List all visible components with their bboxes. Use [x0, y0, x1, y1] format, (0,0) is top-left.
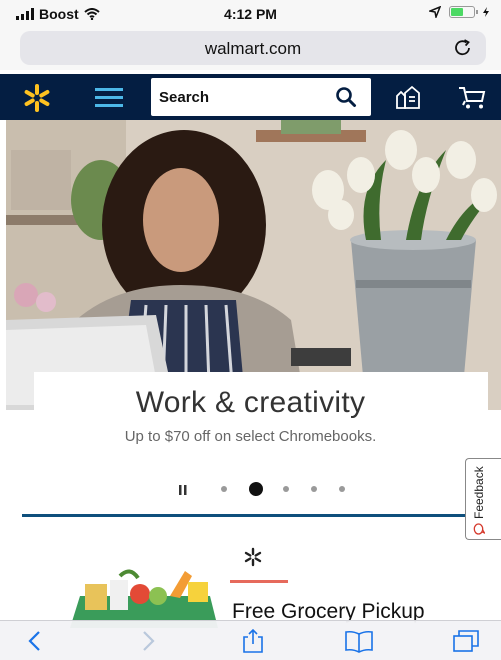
charging-bolt-icon — [483, 7, 489, 17]
feedback-label: Feedback — [472, 466, 486, 519]
tabs-icon[interactable] — [452, 629, 480, 653]
hamburger-menu-icon[interactable] — [95, 85, 123, 109]
address-bar[interactable]: walmart.com — [20, 31, 486, 65]
carousel-dot[interactable] — [311, 486, 317, 492]
chat-bubble-icon — [473, 523, 485, 535]
hero-title[interactable]: Work & creativity — [0, 386, 501, 420]
reload-icon[interactable] — [452, 37, 474, 59]
accent-divider — [230, 580, 288, 583]
location-arrow-icon — [429, 6, 441, 18]
feedback-content: Feedback — [472, 466, 486, 535]
carousel-dot[interactable] — [339, 486, 345, 492]
status-time: 4:12 PM — [224, 6, 277, 22]
carousel-dot[interactable] — [283, 486, 289, 492]
forward-arrow-icon[interactable] — [141, 629, 157, 653]
status-bar: Boost 4:12 PM — [0, 0, 501, 28]
site-header: Search — [0, 74, 501, 120]
section-divider — [22, 514, 470, 517]
share-icon[interactable] — [240, 629, 266, 653]
search-label: Search — [159, 89, 210, 106]
carousel-dot[interactable] — [221, 486, 227, 492]
url-text: walmart.com — [204, 39, 302, 58]
pause-icon[interactable] — [177, 484, 189, 496]
spark-icon — [244, 547, 262, 567]
carousel-dot-active[interactable] — [249, 482, 263, 496]
hero-subtitle: Up to $70 off on select Chromebooks. — [124, 428, 377, 445]
bookmarks-icon[interactable] — [344, 629, 374, 653]
reorder-icon[interactable] — [394, 84, 422, 110]
battery-icon — [449, 6, 478, 18]
cart-icon[interactable] — [457, 84, 487, 110]
spark-logo-icon[interactable] — [22, 83, 52, 113]
browser-toolbar — [0, 620, 501, 660]
back-arrow-icon[interactable] — [26, 629, 42, 653]
hero-photo — [6, 120, 501, 410]
status-right — [429, 6, 489, 18]
search-icon[interactable] — [335, 86, 357, 108]
grocery-basket-image[interactable] — [60, 566, 220, 628]
hero-banner-image[interactable] — [6, 120, 501, 410]
search-input[interactable]: Search — [151, 78, 371, 116]
browser-address-area: walmart.com — [0, 28, 501, 70]
feedback-button[interactable]: Feedback — [465, 458, 501, 540]
